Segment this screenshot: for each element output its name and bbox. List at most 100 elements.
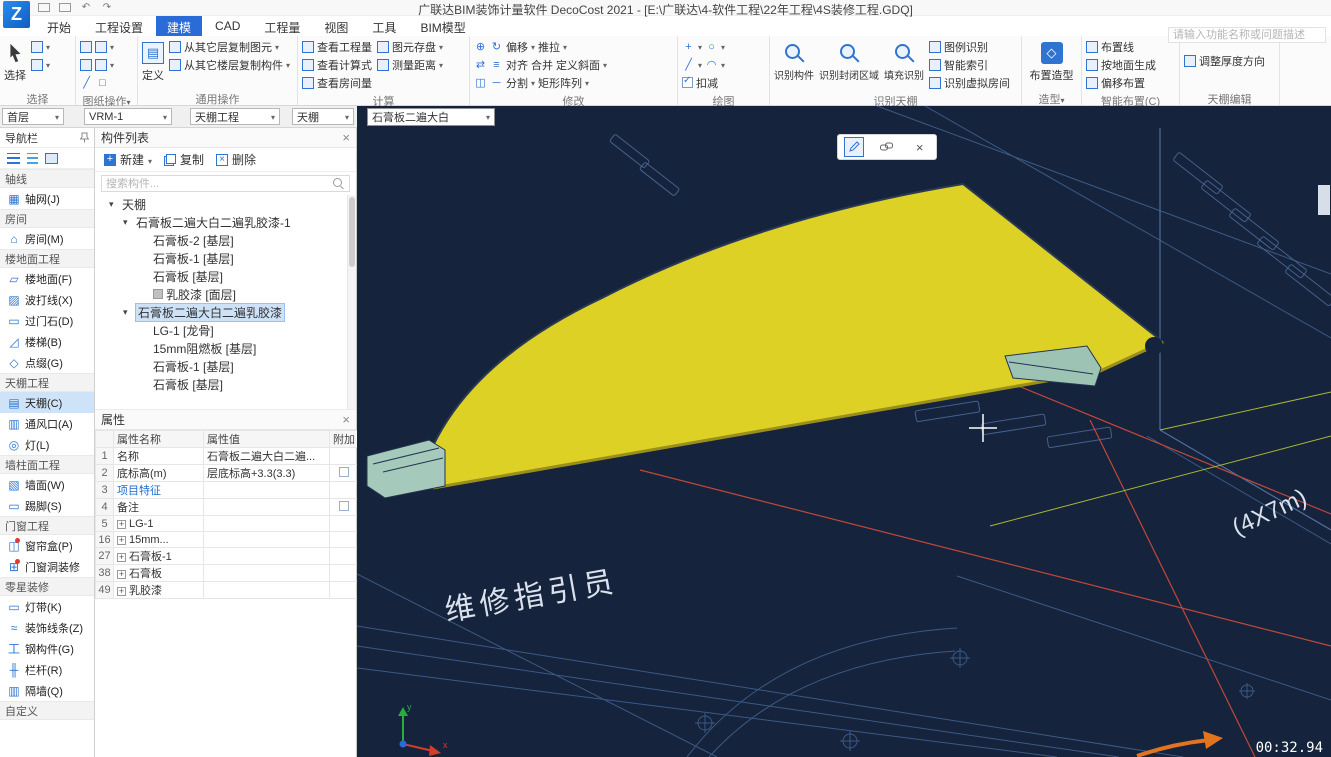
tree-item[interactable]: 石膏板 [基层] — [95, 267, 356, 285]
draw-point-icon[interactable]: + — [682, 41, 695, 53]
undo-icon[interactable]: ↶ — [80, 2, 92, 13]
nav-item[interactable]: ⌂ 房间(M) — [0, 228, 94, 249]
offset-place-button[interactable]: 偏移布置 — [1086, 74, 1156, 91]
merge-button[interactable]: 合并 — [531, 57, 553, 73]
property-row[interactable]: 5 LG-1 — [96, 516, 358, 532]
tree-item[interactable]: LG-1 [龙骨] — [95, 321, 356, 339]
copy-from-layer-button[interactable]: 从其它层复制图元 — [169, 38, 290, 55]
sheet-line-icon[interactable]: ╱ — [80, 76, 93, 89]
nav-item[interactable]: ╫ 栏杆(R) — [0, 659, 94, 680]
generate-by-floor-button[interactable]: 按地面生成 — [1086, 56, 1156, 73]
nav-item[interactable]: ▱ 楼地面(F) — [0, 268, 94, 289]
nav-tree-view-icon[interactable] — [27, 153, 38, 164]
property-value[interactable]: 石膏板二遍大白二遍... — [204, 448, 330, 465]
nav-section-header[interactable]: 自定义 — [0, 701, 94, 720]
place-shape-button[interactable]: ◇ 布置造型 — [1030, 38, 1074, 83]
tree-item[interactable]: 天棚 — [95, 195, 356, 213]
smart-index-button[interactable]: 智能索引 — [929, 56, 1010, 73]
ribbon-tab[interactable]: 工具 — [361, 16, 407, 36]
nav-item[interactable]: ▥ 隔墙(Q) — [0, 680, 94, 701]
legend-recognize-button[interactable]: 图例识别 — [929, 38, 1010, 55]
sheet-manage-icon[interactable] — [95, 59, 107, 71]
ribbon-tab[interactable]: 视图 — [313, 16, 359, 36]
push-pull-button[interactable]: 推拉 — [538, 39, 560, 55]
sheet-edit-icon[interactable] — [80, 59, 92, 71]
tree-item[interactable]: 石膏板二遍大白二遍乳胶漆 — [95, 303, 356, 321]
nav-section-header[interactable]: 门窗工程 — [0, 516, 94, 535]
app-logo-icon[interactable]: Z — [3, 1, 30, 28]
nav-section-header[interactable]: 墙柱面工程 — [0, 455, 94, 474]
sheet-erase-icon[interactable]: □ — [96, 77, 109, 89]
measure-distance-button[interactable]: 测量距离 — [377, 56, 443, 73]
nav-item[interactable]: ▭ 踢脚(S) — [0, 495, 94, 516]
offset-button[interactable]: 偏移 — [506, 39, 528, 55]
trim-icon[interactable]: ◫ — [474, 76, 487, 89]
viewport-scrollbar-thumb[interactable] — [1318, 185, 1330, 215]
split-button[interactable]: 分割 — [506, 75, 528, 91]
nav-item[interactable]: ▧ 墙面(W) — [0, 474, 94, 495]
component-search-input[interactable] — [106, 178, 326, 190]
tree-expand-icon[interactable] — [109, 199, 119, 210]
batch-select-button[interactable] — [31, 56, 50, 73]
tree-item[interactable]: 15mm阻燃板 [基层] — [95, 339, 356, 357]
component-select[interactable]: 石膏板二遍大白 — [367, 108, 495, 126]
copy-from-floor-button[interactable]: 从其它楼层复制构件 — [169, 56, 290, 73]
nav-item[interactable]: ◿ 楼梯(B) — [0, 331, 94, 352]
nav-list-view-icon[interactable] — [7, 153, 20, 164]
tree-item[interactable]: 石膏板二遍大白二遍乳胶漆-1 — [95, 213, 356, 231]
ribbon-tab[interactable]: 工程设置 — [84, 16, 154, 36]
move-icon[interactable]: ⊕ — [474, 40, 487, 53]
sheet-lock-icon[interactable] — [80, 41, 92, 53]
tree-expand-icon[interactable] — [123, 307, 133, 318]
deduct-checkbox[interactable] — [682, 77, 693, 88]
close-tool-button[interactable]: × — [910, 137, 930, 157]
view-quantity-button[interactable]: 查看工程量 — [302, 38, 372, 55]
sync-view-tool-button[interactable] — [877, 137, 897, 157]
nav-section-header[interactable]: 轴线 — [0, 169, 94, 188]
property-value[interactable] — [204, 482, 330, 499]
property-row[interactable]: 3 项目特征 — [96, 482, 358, 499]
select-button[interactable]: 选择 — [4, 38, 26, 83]
view-formula-button[interactable]: 查看计算式 — [302, 56, 372, 73]
new-file-icon[interactable] — [38, 3, 50, 12]
property-value[interactable] — [204, 499, 330, 516]
property-value[interactable] — [204, 548, 330, 565]
property-value[interactable] — [204, 532, 330, 548]
property-row[interactable]: 38 石膏板 — [96, 565, 358, 582]
fill-recognize-button[interactable]: 填充识别 — [884, 38, 924, 82]
define-button[interactable]: ▤ 定义 — [142, 38, 164, 83]
property-expand-icon[interactable] — [117, 520, 126, 529]
align-icon[interactable]: ≡ — [490, 59, 503, 71]
delete-component-button[interactable]: 删除 — [216, 151, 256, 168]
nav-item[interactable]: ▥ 通风口(A) — [0, 413, 94, 434]
property-expand-icon[interactable] — [117, 553, 126, 562]
tree-expand-icon[interactable] — [123, 217, 133, 228]
property-row[interactable]: 49 乳胶漆 — [96, 582, 358, 599]
rotate-icon[interactable]: ↻ — [490, 40, 503, 53]
property-expand-icon[interactable] — [117, 570, 126, 579]
rect-array-button[interactable]: 矩形阵列 — [538, 75, 582, 91]
view-room-quantity-button[interactable]: 查看房间量 — [302, 74, 372, 91]
save-icon[interactable] — [59, 3, 71, 12]
search-icon[interactable] — [333, 178, 345, 190]
tree-item[interactable]: 石膏板 [基层] — [95, 375, 356, 393]
nav-item[interactable]: ◎ 灯(L) — [0, 434, 94, 455]
draw-arc-icon[interactable]: ◠ — [705, 58, 718, 71]
recognize-component-button[interactable]: 识别构件 — [774, 38, 814, 82]
nav-section-header[interactable]: 天棚工程 — [0, 373, 94, 392]
nav-item[interactable]: ▭ 过门石(D) — [0, 310, 94, 331]
align-button[interactable]: 对齐 — [506, 57, 528, 73]
nav-item[interactable]: ▦ 轴网(J) — [0, 188, 94, 209]
block-select[interactable]: VRM-1 — [84, 108, 172, 125]
component-list-close-icon[interactable] — [342, 131, 350, 144]
category-select[interactable]: 天棚工程 — [190, 108, 280, 125]
place-line-button[interactable]: 布置线 — [1086, 38, 1156, 55]
nav-section-header[interactable]: 零星装修 — [0, 577, 94, 596]
nav-panel-toggle-icon[interactable] — [45, 153, 58, 164]
floor-select[interactable]: 首层 — [2, 108, 64, 125]
define-slope-button[interactable]: 定义斜面 — [556, 57, 600, 73]
nav-item[interactable]: ▭ 灯带(K) — [0, 596, 94, 617]
property-row[interactable]: 16 15mm... — [96, 532, 358, 548]
tree-item[interactable]: 石膏板-1 [基层] — [95, 357, 356, 375]
attach-checkbox[interactable] — [339, 467, 349, 477]
